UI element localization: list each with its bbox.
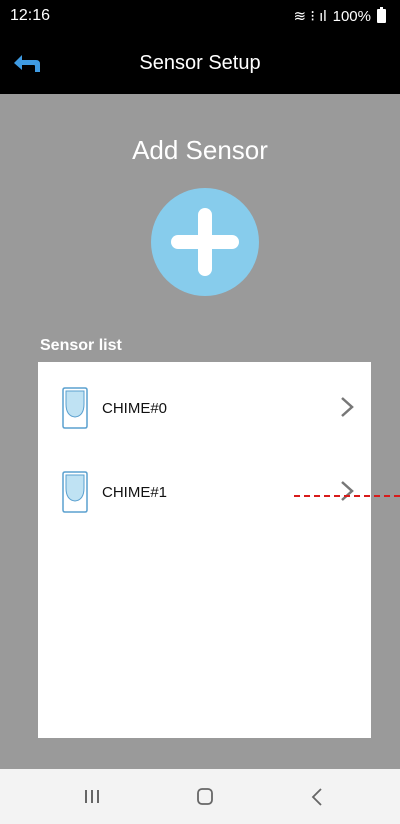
back-icon (311, 788, 322, 806)
chevron-right-icon (341, 481, 354, 501)
plus-icon (171, 208, 239, 276)
recent-apps-icon (85, 790, 99, 803)
status-icons: ≋ ⁝ ıl 100% (293, 7, 386, 25)
battery-icon (377, 7, 386, 23)
sensor-list-label: Sensor list (40, 337, 122, 354)
status-time: 12:16 (10, 7, 51, 24)
status-bar: 12:16 ≋ ⁝ ıl 100% (0, 0, 400, 34)
sensor-name: CHIME#1 (102, 484, 168, 501)
sensor-list-item-chime0[interactable]: CHIME#0 (38, 362, 371, 446)
chime-icon (62, 471, 88, 513)
home-icon (197, 788, 213, 805)
sensor-list-item-chime1[interactable]: CHIME#1 (38, 446, 371, 530)
annotation-dashed-line (294, 495, 400, 497)
add-sensor-button[interactable] (151, 188, 259, 296)
add-sensor-title: Add Sensor (132, 135, 268, 165)
nav-back-button[interactable] (297, 785, 337, 809)
sensor-name: CHIME#0 (102, 400, 168, 417)
home-button[interactable] (185, 785, 225, 809)
app-bar: Sensor Setup (0, 34, 400, 94)
sensor-list: CHIME#0 CHIME#1 (38, 362, 371, 738)
recent-apps-button[interactable] (72, 785, 112, 809)
chevron-right-icon (341, 397, 354, 417)
signal-icon: ≋ ⁝ ıl (293, 8, 327, 25)
system-nav-bar (0, 769, 400, 824)
page-title: Sensor Setup (139, 52, 261, 74)
chime-icon (62, 387, 88, 429)
battery-percent: 100% (332, 7, 371, 25)
